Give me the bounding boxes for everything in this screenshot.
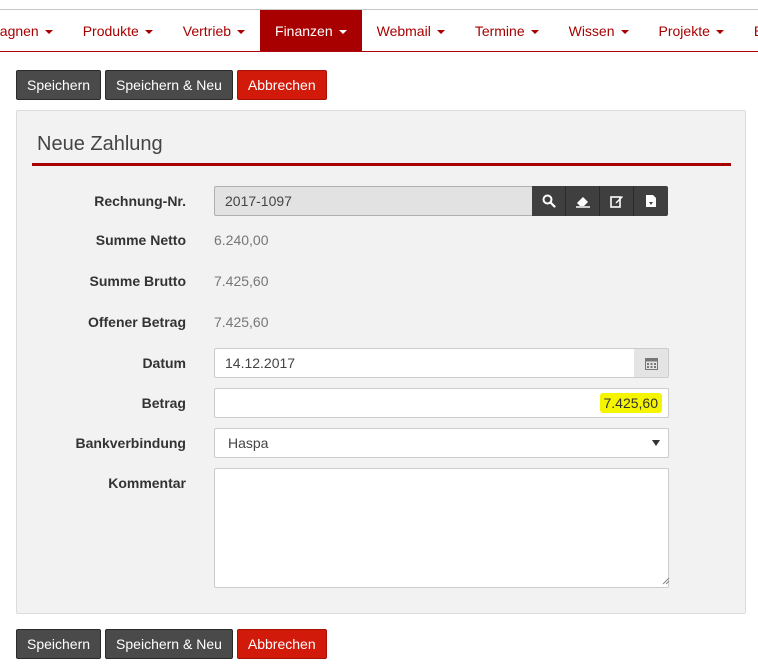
amount-label: Betrag	[141, 395, 186, 411]
nav-label: pagnen	[0, 22, 39, 39]
nav-item-projekte[interactable]: Projekte	[644, 10, 739, 51]
save-and-new-button[interactable]: Speichern & Neu	[105, 629, 233, 659]
bank-row: Bankverbindung Haspa	[17, 428, 747, 458]
top-toolbar: Speichern Speichern & Neu Abbrechen	[16, 70, 327, 100]
calendar-icon	[644, 357, 658, 370]
date-label: Datum	[142, 355, 186, 371]
open-amount-label: Offener Betrag	[87, 314, 186, 330]
nav-label: Vertrieb	[182, 22, 232, 39]
bank-label: Bankverbindung	[75, 435, 186, 451]
nav-item-termine[interactable]: Termine	[460, 10, 554, 51]
chevron-down-icon	[652, 440, 660, 446]
chevron-down-icon	[620, 29, 629, 34]
nav-item-finanzen[interactable]: Finanzen	[260, 10, 362, 51]
gross-sum-row: Summe Brutto 7.425,60	[17, 273, 747, 293]
invoice-field[interactable]: 2017-1097	[214, 186, 533, 216]
amount-input[interactable]: 7.425,60	[214, 388, 669, 418]
date-row: Datum 14.12.2017	[17, 348, 747, 378]
nav-label: Wissen	[568, 22, 615, 39]
invoice-label: Rechnung-Nr.	[94, 193, 186, 209]
title-divider	[32, 163, 731, 166]
pdf-download-icon[interactable]	[634, 186, 668, 216]
net-sum-label: Summe Netto	[95, 232, 186, 248]
save-button[interactable]: Speichern	[16, 629, 102, 659]
gross-sum-label: Summe Brutto	[89, 273, 186, 289]
resize-handle-icon[interactable]	[662, 577, 670, 585]
net-sum-row: Summe Netto 6.240,00	[17, 232, 747, 252]
main-nav: pagnen Produkte Vertrieb Finanzen Webmai…	[0, 9, 758, 52]
nav-item-produkte[interactable]: Produkte	[68, 10, 168, 51]
gross-sum-value: 7.425,60	[214, 273, 269, 289]
nav-label: Projekte	[658, 22, 710, 39]
invoice-actions	[532, 186, 668, 216]
cancel-button[interactable]: Abbrechen	[236, 70, 327, 100]
nav-item-wissen[interactable]: Wissen	[554, 10, 644, 51]
chevron-down-icon	[436, 29, 445, 34]
page-title: Neue Zahlung	[37, 133, 163, 155]
nav-label: Produkte	[82, 22, 139, 39]
date-input[interactable]: 14.12.2017	[214, 348, 635, 378]
nav-item-webmail[interactable]: Webmail	[362, 10, 460, 51]
comment-row: Kommentar	[17, 468, 747, 588]
search-icon[interactable]	[532, 186, 566, 216]
bank-select[interactable]: Haspa	[214, 428, 669, 458]
bank-selected-value: Haspa	[228, 435, 269, 451]
comment-label: Kommentar	[108, 475, 186, 491]
calendar-button[interactable]	[634, 348, 669, 378]
bottom-toolbar: Speichern Speichern & Neu Abbrechen	[16, 629, 327, 659]
cancel-button[interactable]: Abbrechen	[236, 629, 327, 659]
comment-textarea[interactable]	[214, 468, 669, 588]
nav-item-vertrieb[interactable]: Vertrieb	[168, 10, 260, 51]
open-amount-row: Offener Betrag 7.425,60	[17, 314, 747, 334]
nav-item-more[interactable]: Be	[739, 10, 758, 51]
chevron-down-icon	[144, 29, 153, 34]
save-and-new-button[interactable]: Speichern & Neu	[105, 70, 233, 100]
chevron-down-icon	[237, 29, 246, 34]
nav-label: Be	[754, 23, 758, 39]
net-sum-value: 6.240,00	[214, 232, 269, 248]
eraser-icon[interactable]	[566, 186, 600, 216]
chevron-down-icon	[44, 29, 53, 34]
save-button[interactable]: Speichern	[16, 70, 102, 100]
nav-label: Termine	[474, 22, 525, 39]
invoice-row: Rechnung-Nr. 2017-1097	[17, 186, 747, 216]
nav-label: Finanzen	[275, 22, 333, 39]
nav-item-kampagnen[interactable]: pagnen	[0, 10, 68, 51]
amount-value: 7.425,60	[599, 393, 662, 413]
payment-form-panel: Neue Zahlung Rechnung-Nr. 2017-1097 Summ…	[16, 110, 746, 614]
chevron-down-icon	[530, 29, 539, 34]
amount-row: Betrag 7.425,60	[17, 388, 747, 418]
open-amount-value: 7.425,60	[214, 314, 269, 330]
chevron-down-icon	[338, 29, 347, 34]
chevron-down-icon	[715, 29, 724, 34]
nav-label: Webmail	[376, 22, 431, 39]
edit-icon[interactable]	[600, 186, 634, 216]
